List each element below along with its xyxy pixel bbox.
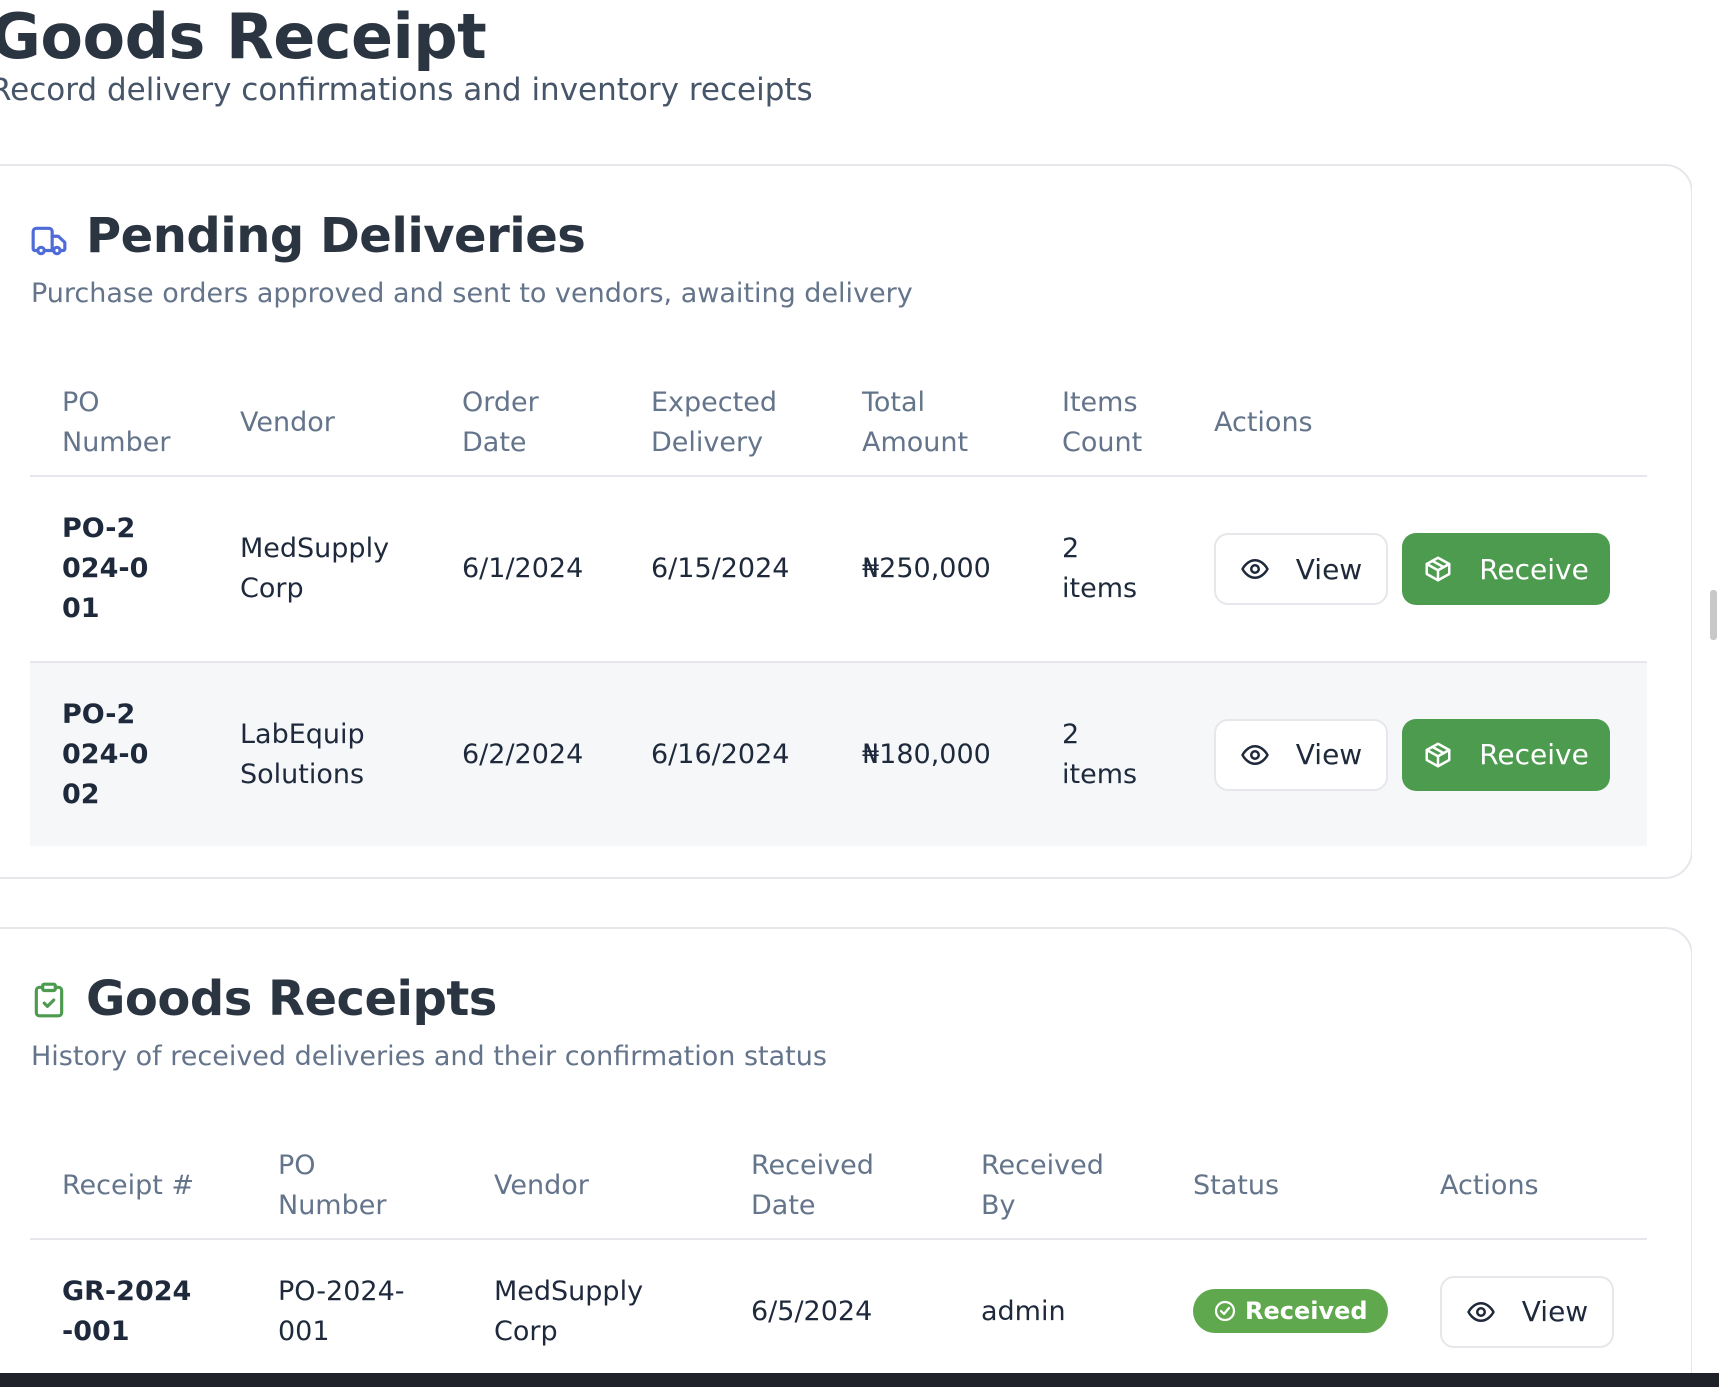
page-title: Goods Receipt xyxy=(0,0,487,73)
check-circle-icon xyxy=(1214,1300,1236,1321)
column-header: Items Count xyxy=(1030,370,1182,477)
column-header: PO Number xyxy=(30,370,208,477)
items-count-cell: 2 items xyxy=(1062,533,1138,604)
pending-deliveries-title: Pending Deliveries xyxy=(86,208,586,264)
total-amount-cell: ₦180,000 xyxy=(862,738,991,770)
package-icon xyxy=(1425,742,1451,767)
table-row: PO-2024-002 LabEquip Solutions 6/2/2024 … xyxy=(30,662,1647,846)
po-number-cell: PO-2024-001 xyxy=(278,1275,405,1347)
received-date-cell: 6/5/2024 xyxy=(751,1295,873,1327)
pending-deliveries-table: PO Number Vendor Order Date Expected Del… xyxy=(30,370,1647,846)
pending-deliveries-description: Purchase orders approved and sent to ven… xyxy=(31,278,913,309)
order-date-cell: 6/1/2024 xyxy=(462,553,584,584)
actions-cell: View Receive xyxy=(1182,476,1647,662)
status-cell: Received xyxy=(1161,1239,1408,1373)
expected-delivery-cell: 6/15/2024 xyxy=(651,553,790,584)
total-amount-cell: ₦250,000 xyxy=(862,553,991,584)
table-row: GR-2024-001 PO-2024-001 MedSupply Corp 6… xyxy=(30,1239,1647,1373)
window-bottom-edge xyxy=(0,1373,1719,1387)
vendor-cell: MedSupply Corp xyxy=(494,1275,644,1347)
package-icon xyxy=(1425,556,1451,582)
column-header: Actions xyxy=(1408,1133,1647,1240)
receive-button-label: Receive xyxy=(1479,552,1589,586)
vendor-cell: MedSupply Corp xyxy=(240,533,390,604)
scrollbar-thumb[interactable] xyxy=(1710,590,1717,640)
view-button-label: View xyxy=(1295,552,1363,586)
pending-deliveries-card: Pending Deliveries Purchase orders appro… xyxy=(0,164,1692,879)
column-header: Order Date xyxy=(430,370,619,477)
column-header: Expected Delivery xyxy=(619,370,830,477)
column-header: Receipt # xyxy=(30,1133,246,1240)
view-button[interactable]: View xyxy=(1214,533,1388,605)
column-header: Actions xyxy=(1182,370,1647,477)
status-badge: Received xyxy=(1193,1288,1388,1333)
received-by-cell: admin xyxy=(981,1295,1066,1327)
receive-button[interactable]: Receive xyxy=(1402,718,1610,791)
eye-icon xyxy=(1241,744,1269,765)
view-button[interactable]: View xyxy=(1214,718,1388,791)
order-date-cell: 6/2/2024 xyxy=(462,738,584,770)
column-header: Received Date xyxy=(719,1133,949,1240)
items-count-cell: 2 items xyxy=(1062,718,1138,790)
eye-icon xyxy=(1467,1301,1495,1322)
po-number-cell: PO-2024-002 xyxy=(62,698,149,810)
column-header: Total Amount xyxy=(830,370,1030,477)
column-header: PO Number xyxy=(246,1133,462,1240)
status-badge-label: Received xyxy=(1245,1296,1368,1325)
scrollbar-track[interactable] xyxy=(1692,0,1719,1373)
truck-icon xyxy=(31,226,67,256)
table-header-row: PO Number Vendor Order Date Expected Del… xyxy=(30,370,1647,477)
column-header: Vendor xyxy=(462,1133,719,1240)
goods-receipts-title: Goods Receipts xyxy=(86,971,497,1027)
goods-receipts-table: Receipt # PO Number Vendor Received Date… xyxy=(30,1133,1647,1373)
column-header: Received By xyxy=(949,1133,1161,1240)
po-number-cell: PO-2024-001 xyxy=(62,513,149,624)
actions-cell: View xyxy=(1408,1239,1647,1373)
eye-icon xyxy=(1241,559,1269,579)
view-button-label: View xyxy=(1295,738,1363,771)
column-header: Vendor xyxy=(208,370,430,477)
table-header-row: Receipt # PO Number Vendor Received Date… xyxy=(30,1133,1647,1240)
clipboard-check-icon xyxy=(34,982,64,1018)
page-subtitle: Record delivery confirmations and invent… xyxy=(0,72,813,108)
receive-button-label: Receive xyxy=(1479,738,1589,771)
view-button[interactable]: View xyxy=(1440,1275,1614,1348)
actions-cell: View Receive xyxy=(1182,662,1647,846)
receive-button[interactable]: Receive xyxy=(1402,533,1610,605)
goods-receipts-card: Goods Receipts History of received deliv… xyxy=(0,927,1692,1373)
column-header: Status xyxy=(1161,1133,1408,1240)
page: Goods Receipt Record delivery confirmati… xyxy=(0,0,1692,1373)
expected-delivery-cell: 6/16/2024 xyxy=(651,738,790,770)
vendor-cell: LabEquip Solutions xyxy=(240,718,365,790)
table-row: PO-2024-001 MedSupply Corp 6/1/2024 6/15… xyxy=(30,476,1647,662)
goods-receipts-description: History of received deliveries and their… xyxy=(31,1041,827,1072)
receipt-number-cell: GR-2024-001 xyxy=(62,1275,192,1347)
view-button-label: View xyxy=(1521,1295,1589,1328)
